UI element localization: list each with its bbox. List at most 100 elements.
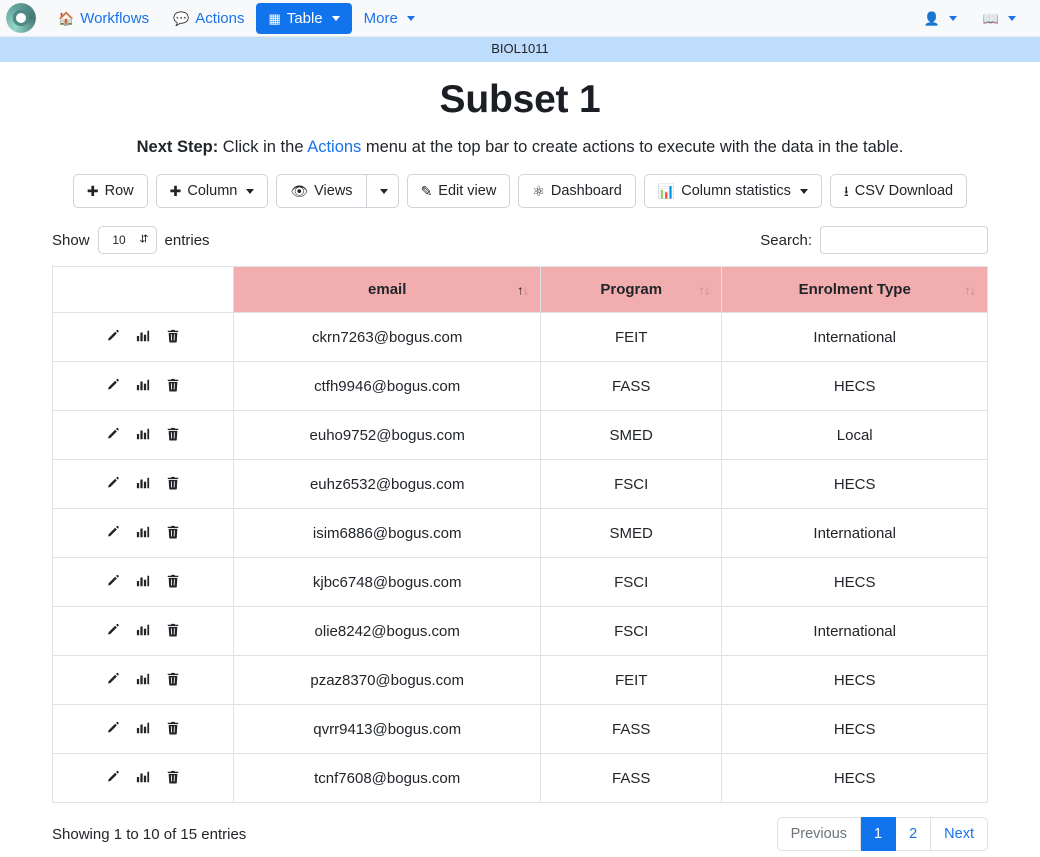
next-step-prefix: Next Step: [136, 138, 219, 156]
delete-row-icon[interactable] [163, 425, 183, 445]
enrolment-type-cell: HECS [721, 361, 988, 411]
plus-icon: ✚ [169, 183, 182, 199]
delete-row-icon[interactable] [163, 572, 183, 592]
eye-icon: 👁 [290, 183, 309, 199]
dashboard-button[interactable]: ⚛ Dashboard [518, 174, 636, 208]
edit-row-icon[interactable] [103, 768, 123, 788]
column-statistics-button[interactable]: 📊 Column statistics [643, 174, 822, 208]
csv-download-button[interactable]: ⭳ CSV Download [829, 174, 968, 208]
delete-row-icon[interactable] [163, 768, 183, 788]
pagination-next[interactable]: Next [931, 817, 988, 851]
edit-row-icon[interactable] [103, 670, 123, 690]
edit-row-icon[interactable] [103, 523, 123, 543]
edit-row-icon[interactable] [103, 425, 123, 445]
edit-row-icon[interactable] [103, 572, 123, 592]
delete-row-icon[interactable] [163, 621, 183, 641]
email-cell: qvrr9413@bogus.com [233, 704, 542, 754]
delete-row-icon[interactable] [163, 327, 183, 347]
row-operations-cell [51, 753, 235, 803]
row-operations-cell [51, 361, 235, 411]
row-statistics-icon[interactable] [133, 572, 153, 592]
views-button-group: 👁 Views [276, 174, 399, 208]
column-header-email[interactable]: email ↑↓ [233, 266, 542, 313]
chevron-down-icon [379, 188, 388, 194]
email-cell: euho9752@bogus.com [233, 410, 542, 460]
row-statistics-icon[interactable] [133, 327, 153, 347]
edit-view-button[interactable]: ✎ Edit view [406, 174, 511, 208]
edit-row-icon[interactable] [103, 474, 123, 494]
nav-item-actions[interactable]: 💬 Actions [161, 3, 256, 34]
add-column-label: Column [187, 183, 238, 199]
row-statistics-icon[interactable] [133, 425, 153, 445]
row-statistics-icon[interactable] [133, 474, 153, 494]
plus-icon: ✚ [86, 183, 99, 199]
navbar-right-group: 👤 📖 [914, 5, 1032, 32]
row-statistics-icon[interactable] [133, 719, 153, 739]
row-statistics-icon[interactable] [133, 376, 153, 396]
delete-row-icon[interactable] [163, 474, 183, 494]
sort-icon: ↑↓ [964, 282, 976, 297]
delete-row-icon[interactable] [163, 719, 183, 739]
row-operations [103, 719, 183, 739]
row-statistics-icon[interactable] [133, 670, 153, 690]
edit-row-icon[interactable] [103, 719, 123, 739]
enrolment-type-cell: International [721, 508, 988, 558]
row-operations [103, 327, 183, 347]
nav-item-user-menu[interactable]: 👤 [914, 5, 967, 32]
column-header-enrolment-type-label: Enrolment Type [798, 281, 911, 298]
showing-entries-info: Showing 1 to 10 of 15 entries [52, 825, 247, 843]
program-cell: SMED [540, 508, 723, 558]
edit-row-icon[interactable] [103, 376, 123, 396]
next-step-message: Next Step: Click in the Actions menu at … [0, 138, 1040, 157]
nav-item-more[interactable]: More [352, 3, 427, 34]
book-icon: 📖 [982, 10, 999, 26]
nav-item-workflows[interactable]: 🏠 Workflows [46, 3, 161, 34]
add-column-button[interactable]: ✚ Column [155, 174, 269, 208]
chevron-down-icon [331, 15, 340, 21]
show-label: Show [52, 231, 90, 249]
program-cell: SMED [540, 410, 723, 460]
pagination-2[interactable]: 2 [896, 817, 932, 851]
table-row: ckrn7263@bogus.com FEIT International [51, 312, 988, 362]
email-cell: kjbc6748@bogus.com [233, 557, 542, 607]
pagination-previous[interactable]: Previous [776, 817, 862, 851]
dashboard-icon: ⚛ [532, 183, 545, 199]
email-cell: isim6886@bogus.com [233, 508, 542, 558]
edit-row-icon[interactable] [103, 327, 123, 347]
page-length-select[interactable]: 102550100 [97, 226, 157, 254]
ontask-logo-icon[interactable] [6, 3, 36, 33]
chevron-down-icon [406, 15, 415, 21]
column-header-enrolment-type[interactable]: Enrolment Type ↑↓ [721, 266, 988, 313]
next-step-actions-link[interactable]: Actions [307, 138, 361, 156]
program-cell: FSCI [540, 459, 723, 509]
enrolment-type-cell: HECS [721, 704, 988, 754]
row-statistics-icon[interactable] [133, 621, 153, 641]
pagination-1[interactable]: 1 [861, 817, 897, 851]
column-header-program[interactable]: Program ↑↓ [540, 266, 723, 313]
table-icon: ▦ [268, 10, 281, 26]
pencil-icon: ✎ [420, 183, 433, 199]
email-cell: euhz6532@bogus.com [233, 459, 542, 509]
delete-row-icon[interactable] [163, 523, 183, 543]
nav-item-more-label: More [363, 9, 398, 27]
edit-row-icon[interactable] [103, 621, 123, 641]
search-input[interactable] [820, 226, 988, 254]
comments-icon: 💬 [173, 10, 190, 26]
table-row: euhz6532@bogus.com FSCI HECS [51, 459, 988, 509]
delete-row-icon[interactable] [163, 376, 183, 396]
email-cell: olie8242@bogus.com [233, 606, 542, 656]
nav-item-table[interactable]: ▦ Table [256, 2, 352, 34]
row-statistics-icon[interactable] [133, 768, 153, 788]
row-statistics-icon[interactable] [133, 523, 153, 543]
add-row-button[interactable]: ✚ Row [72, 174, 148, 208]
row-operations-cell [51, 312, 235, 362]
course-banner: BIOL1011 [0, 37, 1040, 62]
delete-row-icon[interactable] [163, 670, 183, 690]
email-cell: ctfh9946@bogus.com [233, 361, 542, 411]
row-operations-cell [51, 459, 235, 509]
views-button[interactable]: 👁 Views [276, 174, 367, 208]
views-dropdown-toggle[interactable] [366, 174, 399, 208]
views-label: Views [314, 183, 353, 199]
nav-item-docs-menu[interactable]: 📖 [973, 5, 1026, 32]
data-table: email ↑↓ Program ↑↓ Enrolment Type ↑↓ ck… [51, 266, 988, 803]
